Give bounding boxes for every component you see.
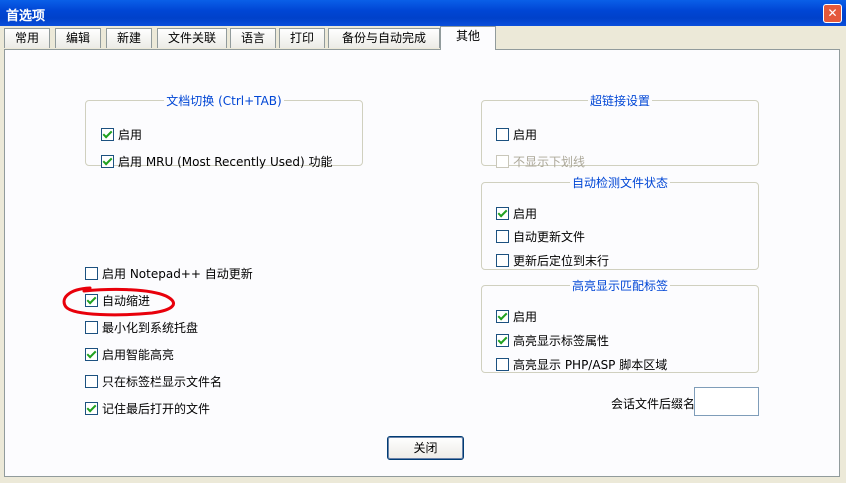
highlight-tags-enable-checkbox[interactable]: 启用	[496, 308, 537, 324]
tab-general[interactable]: 常用	[4, 28, 50, 48]
goto-last-line-checkbox[interactable]: 更新后定位到末行	[496, 252, 609, 268]
tab-backup-autocomplete[interactable]: 备份与自动完成	[328, 28, 440, 48]
doc-switch-group: 文档切换 (Ctrl+TAB) 启用 启用 MRU (Most Recently…	[85, 92, 363, 169]
session-ext-label: 会话文件后缀名	[610, 397, 695, 411]
hyperlink-group: 超链接设置 启用 不显示下划线	[481, 92, 759, 169]
auto-detect-enable-checkbox[interactable]: 启用	[496, 205, 537, 221]
window-title: 首选项	[6, 9, 46, 24]
hyperlink-legend: 超链接设置	[589, 94, 650, 108]
tab-file-association[interactable]: 文件关联	[157, 28, 227, 48]
tab-misc[interactable]: 其他	[440, 26, 496, 50]
tab-panel-misc: 文档切换 (Ctrl+TAB) 启用 启用 MRU (Most Recently…	[4, 49, 840, 477]
checkbox-box[interactable]	[496, 127, 509, 141]
checkbox-box[interactable]	[85, 401, 98, 415]
tab-new[interactable]: 新建	[106, 28, 152, 48]
checkbox-box[interactable]	[85, 266, 98, 280]
highlight-tag-attrs-checkbox[interactable]: 高亮显示标签属性	[496, 332, 609, 348]
remember-last-files-checkbox[interactable]: 记住最后打开的文件	[85, 400, 210, 416]
checkbox-box[interactable]	[101, 154, 114, 168]
auto-update-checkbox[interactable]: 启用 Notepad++ 自动更新	[85, 265, 253, 281]
title-bar: 首选项 ✕	[0, 0, 846, 26]
checkbox-box[interactable]	[496, 229, 509, 243]
minimize-to-tray-checkbox[interactable]: 最小化到系统托盘	[85, 319, 198, 335]
hyperlink-enable-checkbox[interactable]: 启用	[496, 126, 537, 142]
auto-update-file-checkbox[interactable]: 自动更新文件	[496, 228, 585, 244]
highlight-tags-legend: 高亮显示匹配标签	[571, 279, 668, 293]
no-underline-checkbox: 不显示下划线	[496, 153, 585, 169]
filename-only-checkbox[interactable]: 只在标签栏显示文件名	[85, 373, 222, 389]
auto-detect-group: 自动检测文件状态 启用 自动更新文件 更新后定位到末行	[481, 174, 759, 270]
highlight-tags-group: 高亮显示匹配标签 启用 高亮显示标签属性 高亮显示 PHP/ASP 脚本区域	[481, 277, 759, 373]
close-icon[interactable]: ✕	[823, 4, 842, 23]
highlight-php-asp-checkbox[interactable]: 高亮显示 PHP/ASP 脚本区域	[496, 356, 667, 372]
checkbox-box[interactable]	[496, 333, 509, 347]
checkbox-box	[496, 154, 509, 168]
doc-switch-legend: 文档切换 (Ctrl+TAB)	[166, 94, 282, 108]
checkbox-box[interactable]	[85, 347, 98, 361]
checkbox-box[interactable]	[496, 206, 509, 220]
checkbox-box[interactable]	[85, 374, 98, 388]
auto-indent-checkbox[interactable]: 自动缩进	[85, 292, 150, 308]
doc-switch-enable-checkbox[interactable]: 启用	[101, 126, 142, 142]
tab-print[interactable]: 打印	[279, 28, 325, 48]
checkbox-box[interactable]	[496, 309, 509, 323]
checkbox-box[interactable]	[496, 357, 509, 371]
tab-language[interactable]: 语言	[230, 28, 276, 48]
mru-checkbox[interactable]: 启用 MRU (Most Recently Used) 功能	[101, 153, 333, 169]
checkbox-box[interactable]	[101, 127, 114, 141]
session-ext-input[interactable]	[694, 387, 759, 416]
close-button[interactable]: 关闭	[387, 436, 464, 460]
checkbox-box[interactable]	[85, 320, 98, 334]
smart-highlight-checkbox[interactable]: 启用智能高亮	[85, 346, 174, 362]
checkbox-box[interactable]	[85, 293, 98, 307]
checkbox-box[interactable]	[496, 253, 509, 267]
auto-detect-legend: 自动检测文件状态	[571, 176, 668, 190]
tab-edit[interactable]: 编辑	[55, 28, 101, 48]
